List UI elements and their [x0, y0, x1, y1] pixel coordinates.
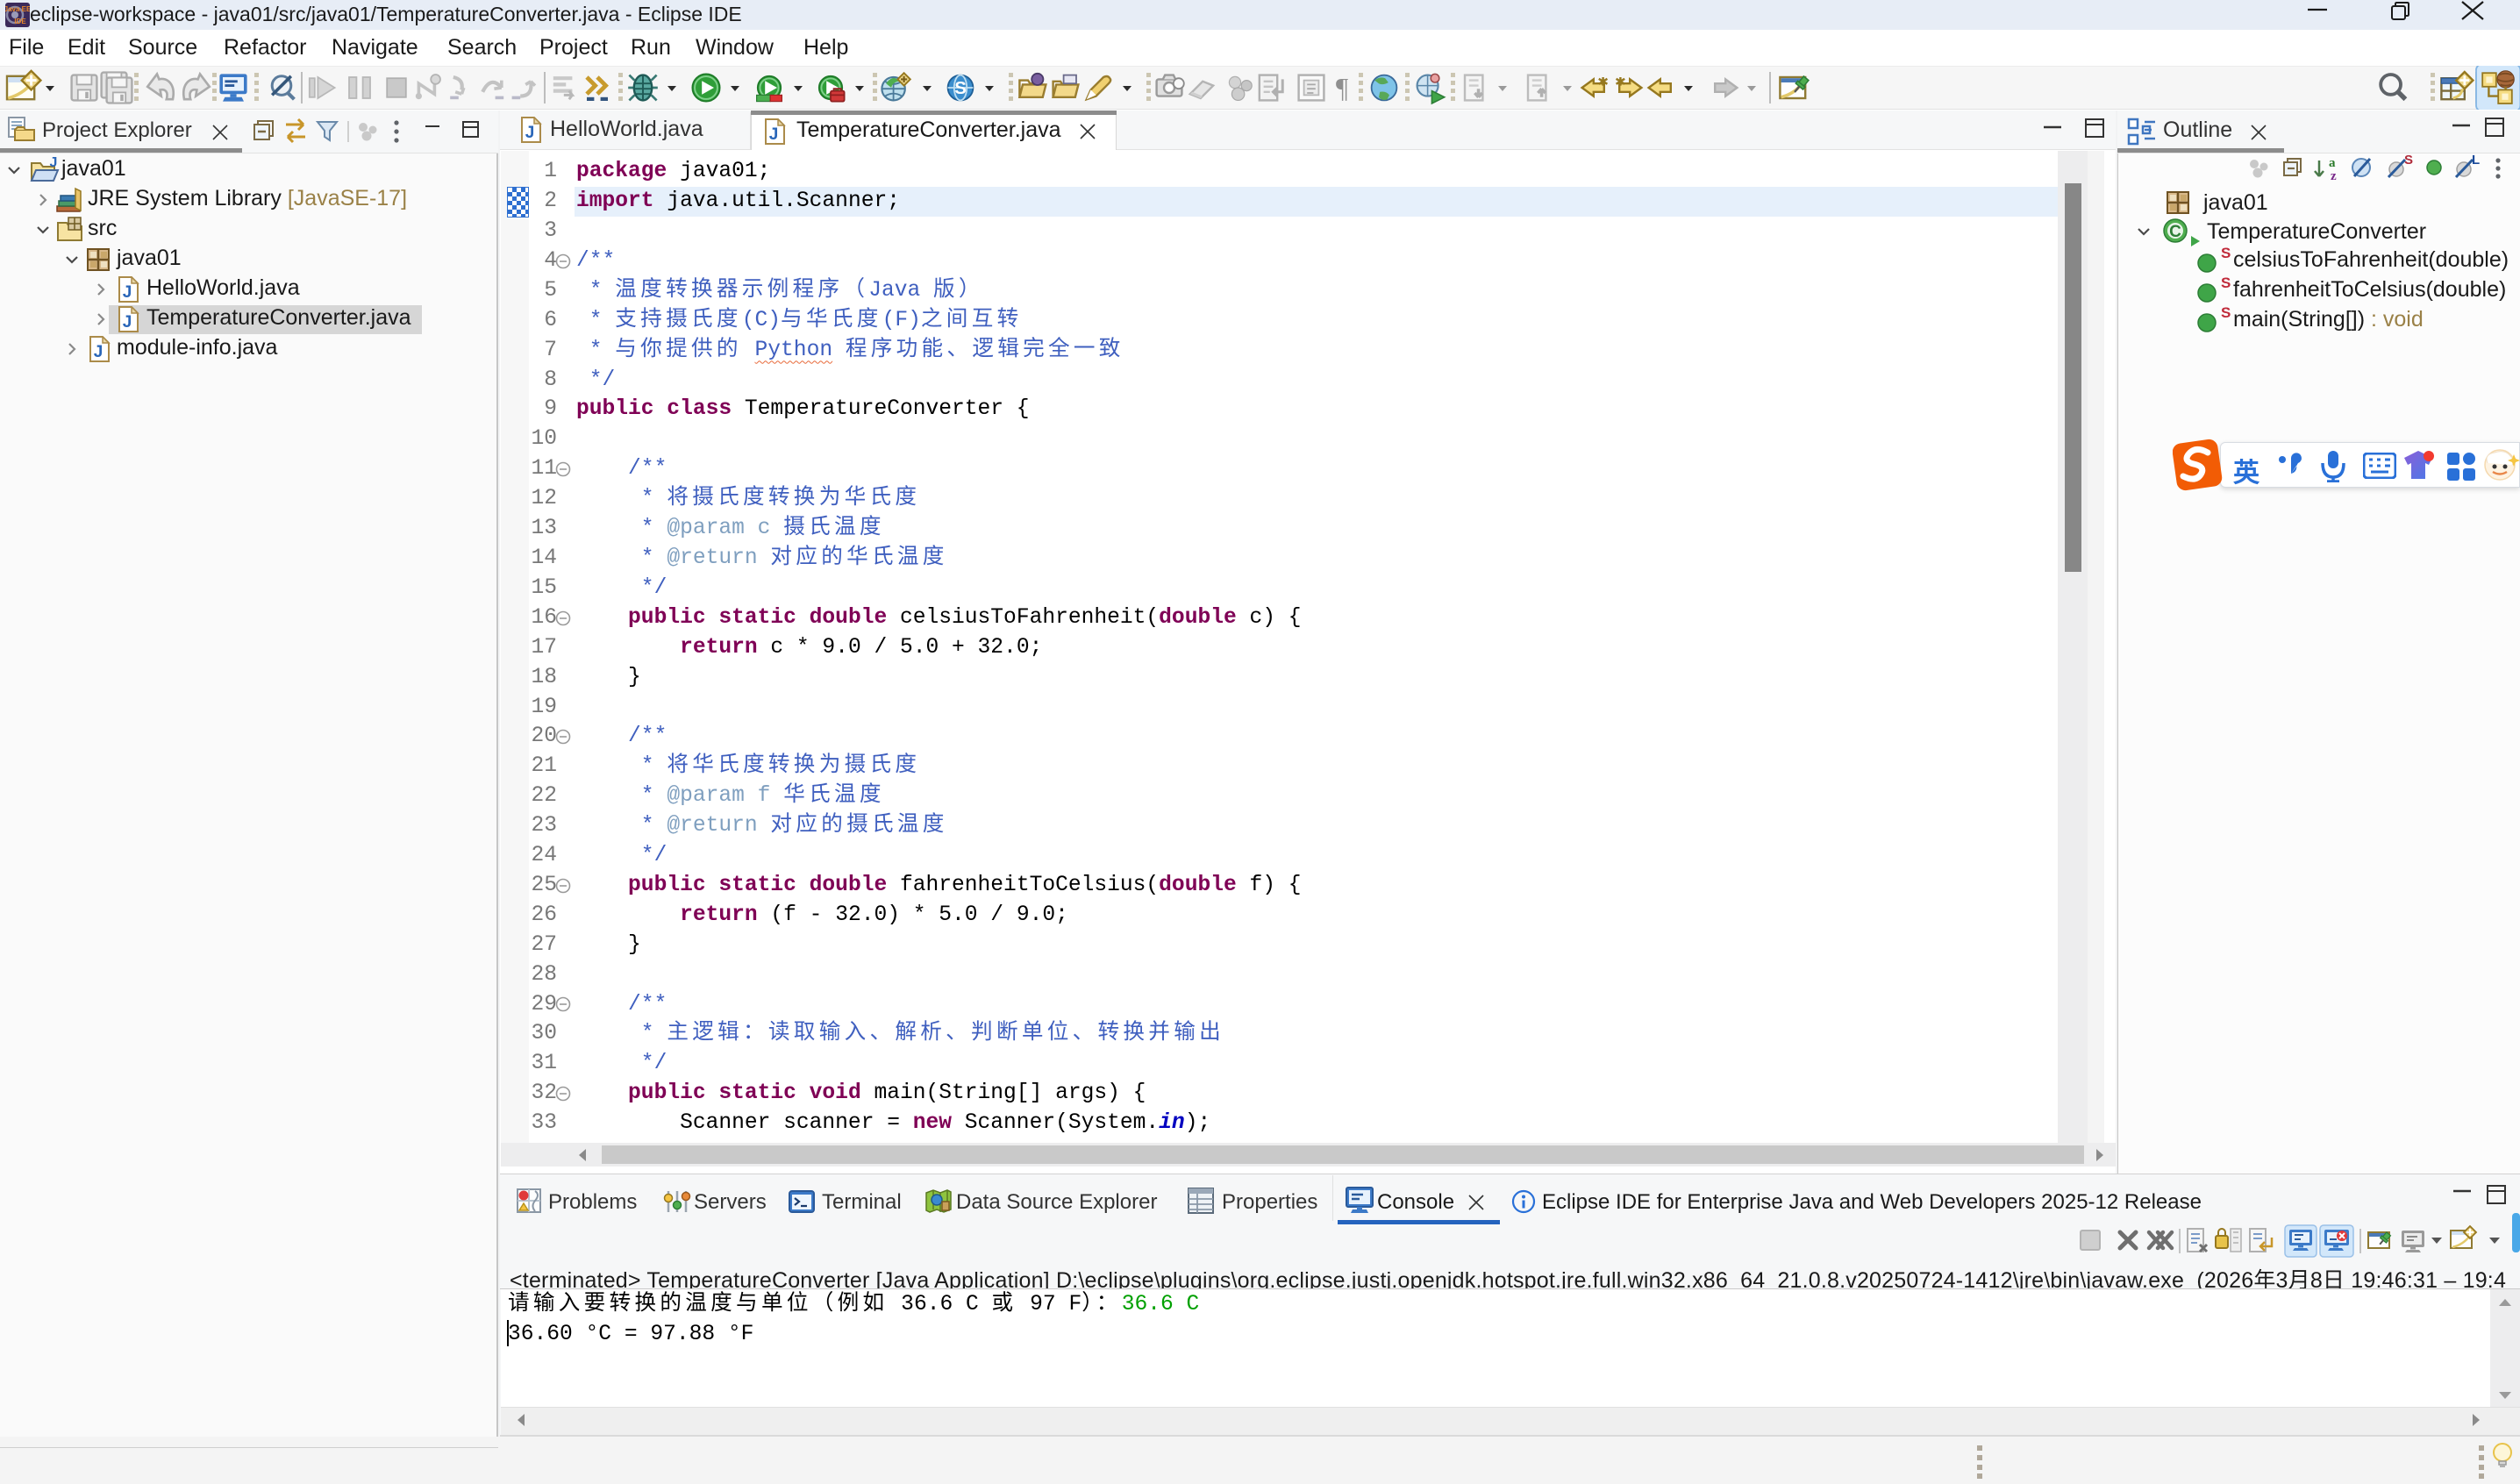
svg-text:z: z [2331, 169, 2337, 183]
svg-text:S: S [954, 79, 967, 98]
svg-text:J: J [769, 125, 779, 144]
svg-text:a: a [2329, 156, 2336, 170]
svg-text:C: C [2169, 223, 2181, 241]
svg-text:J: J [123, 283, 132, 302]
svg-text:J: J [50, 156, 58, 170]
svg-text:S: S [2221, 246, 2231, 261]
svg-text:J: J [525, 124, 535, 142]
svg-text:S: S [2404, 153, 2413, 168]
svg-text:J: J [123, 313, 132, 332]
svg-text:IDE: IDE [14, 18, 26, 25]
svg-text:Java EE: Java EE [5, 5, 30, 13]
svg-text:¶: ¶ [1336, 73, 1348, 103]
svg-text:S: S [2221, 305, 2231, 321]
svg-text:J: J [94, 343, 104, 361]
svg-text:S: S [2221, 275, 2231, 291]
svg-text:L: L [2472, 153, 2480, 168]
